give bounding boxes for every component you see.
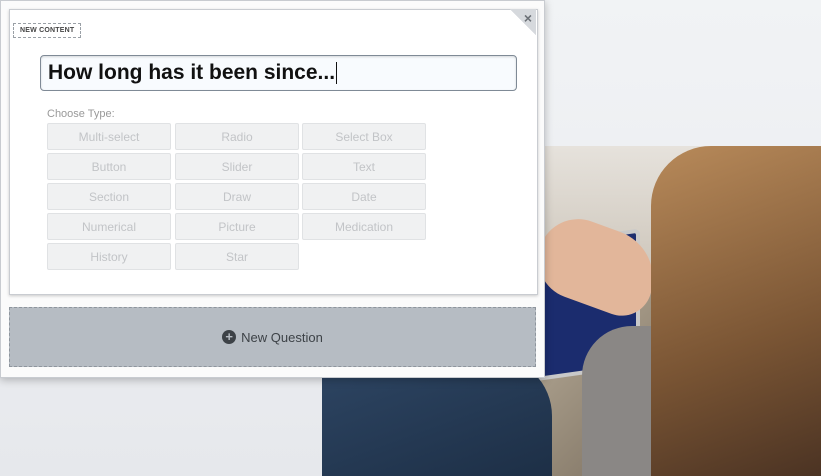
type-button-button[interactable]: Button — [47, 153, 171, 180]
type-button-radio[interactable]: Radio — [175, 123, 299, 150]
new-question-button[interactable]: + New Question — [9, 307, 536, 367]
new-question-label: New Question — [241, 329, 323, 345]
close-button[interactable]: × — [510, 9, 536, 35]
type-button-star[interactable]: Star — [175, 243, 299, 270]
type-button-multi-select[interactable]: Multi-select — [47, 123, 171, 150]
type-button-draw[interactable]: Draw — [175, 183, 299, 210]
type-button-slider[interactable]: Slider — [175, 153, 299, 180]
choose-type-label: Choose Type: — [47, 108, 115, 120]
type-button-medication[interactable]: Medication — [302, 213, 426, 240]
type-button-section[interactable]: Section — [47, 183, 171, 210]
photo-hair — [651, 146, 821, 476]
plus-circle-icon: + — [222, 330, 237, 344]
type-button-select-box[interactable]: Select Box — [302, 123, 426, 150]
type-button-history[interactable]: History — [47, 243, 171, 270]
close-icon: × — [523, 10, 532, 26]
type-button-numerical[interactable]: Numerical — [47, 213, 171, 240]
new-content-tag: NEW CONTENT — [13, 23, 82, 38]
type-button-date[interactable]: Date — [302, 183, 426, 210]
question-input[interactable]: How long has it been since... — [40, 55, 517, 91]
text-caret — [336, 62, 338, 85]
question-editor-card: NEW CONTENT × How long has it been since… — [0, 0, 545, 378]
question-text: How long has it been since... — [48, 61, 336, 84]
type-button-picture[interactable]: Picture — [175, 213, 299, 240]
type-button-text[interactable]: Text — [302, 153, 426, 180]
